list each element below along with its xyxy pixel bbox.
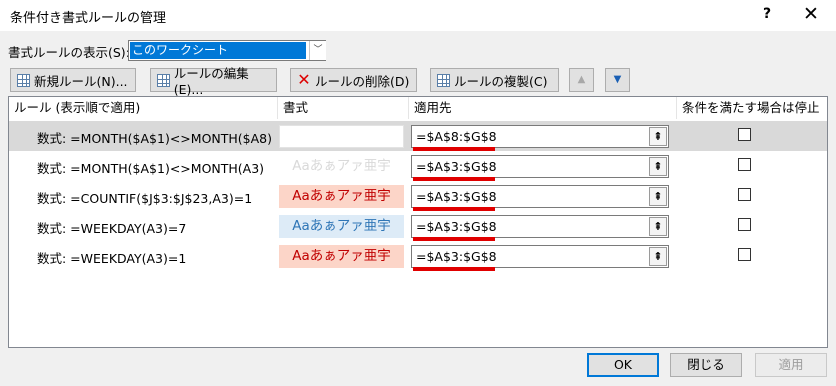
applies-to-input[interactable]: =$A$3:$G$8 ⇞ — [411, 245, 669, 268]
format-preview: Aaあぁアァ亜宇 — [279, 215, 404, 238]
rules-table: ルール (表示順で適用) 書式 適用先 条件を満たす場合は停止 数式: =MON… — [8, 96, 828, 348]
table-row[interactable]: 数式: =COUNTIF($J$3:$J$23,A3)=1 Aaあぁアァ亜宇 =$A… — [9, 181, 827, 211]
edit-rule-button[interactable]: ルールの編集(E)... — [150, 66, 277, 97]
collapse-range-icon[interactable]: ⇞ — [649, 187, 667, 206]
stop-if-true-checkbox[interactable] — [738, 218, 751, 231]
column-header-applies-to[interactable]: 適用先 — [409, 97, 677, 119]
rule-description: 数式: =MONTH($A$1)<>MONTH($A8) — [37, 131, 272, 146]
applies-to-value: =$A$3:$G$8 — [416, 159, 497, 174]
stop-if-true-checkbox[interactable] — [738, 248, 751, 261]
duplicate-rule-button[interactable]: ルールの複製(C) — [430, 68, 559, 92]
column-header-format[interactable]: 書式 — [278, 97, 409, 119]
duplicate-rule-label: ルールの複製(C) — [454, 73, 548, 89]
table-row[interactable]: 数式: =WEEKDAY(A3)=1 Aaあぁアァ亜宇 =$A$3:$G$8 ⇞ — [9, 241, 827, 271]
applies-to-input[interactable]: =$A$3:$G$8 ⇞ — [411, 155, 669, 178]
rule-description: 数式: =COUNTIF($J$3:$J$23,A3)=1 — [37, 191, 253, 206]
move-up-button[interactable]: ▲ — [569, 68, 594, 92]
rule-description: 数式: =MONTH($A$1)<>MONTH(A3) — [37, 161, 265, 176]
edit-rule-label: ルールの編集(E)... — [173, 66, 249, 97]
collapse-range-icon[interactable]: ⇞ — [649, 127, 667, 146]
table-row[interactable]: 数式: =WEEKDAY(A3)=7 Aaあぁアァ亜宇 =$A$3:$G$8 ⇞ — [9, 211, 827, 241]
collapse-range-icon[interactable]: ⇞ — [649, 217, 667, 236]
edit-rule-icon — [157, 73, 170, 87]
rule-description: 数式: =WEEKDAY(A3)=7 — [37, 221, 187, 236]
new-rule-button[interactable]: 新規ルール(N)... — [10, 68, 136, 92]
rule-description: 数式: =WEEKDAY(A3)=1 — [37, 251, 187, 266]
show-rules-label: 書式ルールの表示(S): — [8, 45, 130, 60]
delete-rule-label: ルールの削除(D) — [315, 73, 410, 89]
applies-to-value: =$A$8:$G$8 — [416, 129, 497, 144]
column-header-stop-if-true[interactable]: 条件を満たす場合は停止 — [677, 97, 827, 119]
help-button[interactable]: ? — [757, 6, 777, 22]
stop-if-true-checkbox[interactable] — [738, 158, 751, 171]
duplicate-rule-icon — [437, 73, 450, 87]
close-button[interactable]: ✕ — [800, 3, 822, 25]
collapse-range-icon[interactable]: ⇞ — [649, 247, 667, 266]
applies-to-input[interactable]: =$A$3:$G$8 ⇞ — [411, 215, 669, 238]
stop-if-true-checkbox[interactable] — [738, 128, 751, 141]
move-down-button[interactable]: ▼ — [605, 68, 630, 92]
table-row[interactable]: 数式: =MONTH($A$1)<>MONTH(A3) Aaあぁアァ亜宇 =$A$3… — [9, 151, 827, 181]
window-title: 条件付き書式ルールの管理 — [10, 11, 167, 26]
new-rule-label: 新規ルール(N)... — [34, 73, 128, 89]
apply-button[interactable]: 適用 — [755, 353, 827, 377]
delete-icon: ✕ — [297, 70, 311, 89]
column-header-rule[interactable]: ルール (表示順で適用) — [9, 97, 278, 119]
applies-to-input[interactable]: =$A$8:$G$8 ⇞ — [411, 125, 669, 148]
format-preview: Aaあぁアァ亜宇 — [279, 155, 404, 178]
applies-to-value: =$A$3:$G$8 — [416, 189, 497, 204]
chevron-down-icon[interactable]: ﹀ — [309, 41, 326, 60]
close-dialog-button[interactable]: 閉じる — [670, 353, 742, 377]
new-rule-icon — [17, 73, 30, 87]
table-row[interactable]: 数式: =MONTH($A$1)<>MONTH($A8) =$A$8:$G$8 ⇞ — [9, 121, 827, 151]
show-rules-select[interactable]: このワークシート ﹀ — [128, 40, 326, 61]
format-preview: Aaあぁアァ亜宇 — [279, 185, 404, 208]
applies-to-input[interactable]: =$A$3:$G$8 ⇞ — [411, 185, 669, 208]
delete-rule-button[interactable]: ✕ ルールの削除(D) — [290, 68, 417, 92]
ok-button[interactable]: OK — [587, 353, 659, 377]
stop-if-true-checkbox[interactable] — [738, 188, 751, 201]
red-underline-annotation — [413, 267, 495, 271]
show-rules-selected-value: このワークシート — [130, 42, 306, 59]
collapse-range-icon[interactable]: ⇞ — [649, 157, 667, 176]
format-preview — [279, 125, 404, 148]
format-preview: Aaあぁアァ亜宇 — [279, 245, 404, 268]
applies-to-value: =$A$3:$G$8 — [416, 249, 497, 264]
applies-to-value: =$A$3:$G$8 — [416, 219, 497, 234]
